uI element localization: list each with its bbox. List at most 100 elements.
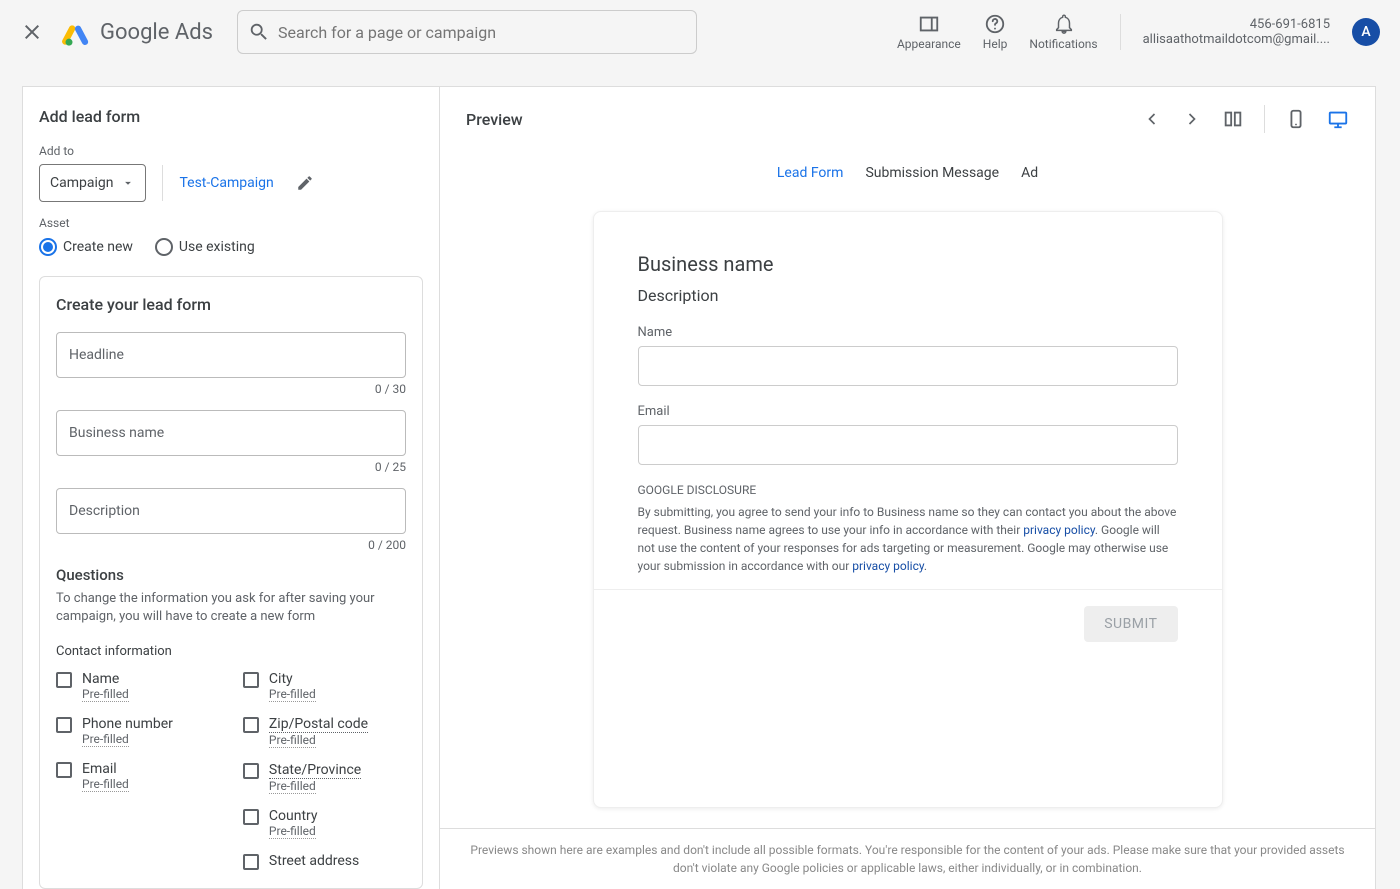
contact-info-heading: Contact information	[56, 644, 406, 659]
submit-button[interactable]: SUBMIT	[1084, 606, 1177, 642]
appearance-label: Appearance	[897, 37, 961, 51]
add-to-label: Add to	[39, 144, 423, 158]
checkbox-email[interactable]: EmailPre-filled	[56, 761, 173, 792]
checkbox-street-address[interactable]: Street address	[243, 853, 368, 870]
radio-icon	[155, 238, 173, 256]
appearance-button[interactable]: Appearance	[897, 13, 961, 51]
radio-icon	[39, 238, 57, 256]
checkbox-phone-number[interactable]: Phone numberPre-filled	[56, 716, 173, 747]
help-icon	[984, 13, 1006, 35]
questions-help: To change the information you ask for af…	[56, 590, 406, 626]
preview-business-name: Business name	[638, 252, 1178, 276]
main: Add lead form Add to Campaign Test-Campa…	[0, 64, 1400, 889]
notifications-label: Notifications	[1029, 37, 1097, 51]
dropdown-value: Campaign	[50, 175, 113, 191]
caret-down-icon	[121, 176, 135, 190]
checkbox-label: Zip/Postal code	[269, 716, 368, 733]
help-button[interactable]: Help	[983, 13, 1008, 51]
topbar: Google Ads Appearance Help Notifications…	[0, 0, 1400, 64]
logo-text: Google Ads	[100, 20, 213, 45]
add-to-dropdown[interactable]: Campaign	[39, 164, 146, 202]
questions-heading: Questions	[56, 566, 406, 584]
preview-description: Description	[638, 286, 1178, 305]
divider	[1120, 14, 1121, 50]
panel-title: Add lead form	[39, 107, 423, 126]
edit-icon[interactable]	[296, 174, 314, 192]
mobile-view-icon[interactable]	[1285, 108, 1307, 130]
campaign-link[interactable]: Test-Campaign	[179, 175, 273, 191]
contact-checkbox-columns: NamePre-filledPhone numberPre-filledEmai…	[56, 671, 406, 870]
notifications-button[interactable]: Notifications	[1029, 13, 1097, 51]
preview-top: Preview	[440, 87, 1375, 151]
checkbox-sublabel: Pre-filled	[269, 779, 316, 794]
bell-icon	[1053, 13, 1075, 35]
add-to-row: Campaign Test-Campaign	[39, 164, 423, 202]
tab-ad[interactable]: Ad	[1021, 165, 1038, 181]
checkbox-icon	[56, 717, 72, 733]
avatar[interactable]: A	[1352, 18, 1380, 46]
description-input[interactable]: Description	[56, 488, 406, 534]
checkbox-label: State/Province	[269, 762, 361, 779]
checkbox-col-left: NamePre-filledPhone numberPre-filledEmai…	[56, 671, 173, 870]
preview-name-input	[638, 346, 1178, 386]
checkbox-country[interactable]: CountryPre-filled	[243, 808, 368, 839]
disclosure-text: By submitting, you agree to send your in…	[638, 503, 1178, 575]
checkbox-icon	[56, 672, 72, 688]
google-ads-logo-icon	[62, 20, 86, 44]
checkbox-icon	[243, 717, 259, 733]
headline-input[interactable]: Headline	[56, 332, 406, 378]
preview-card: Business name Description Name Email GOO…	[593, 211, 1223, 808]
create-lead-form-card: Create your lead form Headline 0 / 30 Bu…	[39, 276, 423, 889]
preview-footer-note: Previews shown here are examples and don…	[440, 828, 1375, 889]
divider	[1264, 105, 1265, 133]
checkbox-sublabel: Pre-filled	[82, 777, 129, 792]
preview-tabs: Lead Form Submission Message Ad	[440, 151, 1375, 191]
desc-counter: 0 / 200	[56, 538, 406, 552]
privacy-policy-link-1[interactable]: privacy policy	[1023, 523, 1095, 537]
form-title: Create your lead form	[56, 295, 406, 314]
checkbox-sublabel: Pre-filled	[82, 732, 129, 747]
checkbox-label: City	[269, 671, 316, 687]
radio-label: Use existing	[179, 239, 255, 255]
account-email: allisaathotmaildotcom@gmail....	[1143, 32, 1330, 47]
topbar-right: Appearance Help Notifications 456-691-68…	[897, 13, 1380, 51]
right-panel: Preview Lead Form Submission Message Ad …	[440, 86, 1376, 889]
headline-counter: 0 / 30	[56, 382, 406, 396]
left-panel: Add lead form Add to Campaign Test-Campa…	[22, 86, 440, 889]
preview-controls	[1142, 105, 1349, 133]
asset-label: Asset	[39, 216, 423, 230]
checkbox-name[interactable]: NamePre-filled	[56, 671, 173, 702]
radio-use-existing[interactable]: Use existing	[155, 238, 255, 256]
logo: Google Ads	[62, 20, 213, 45]
checkbox-sublabel: Pre-filled	[269, 733, 316, 748]
radio-create-new[interactable]: Create new	[39, 238, 133, 256]
split-view-icon[interactable]	[1222, 108, 1244, 130]
tab-submission[interactable]: Submission Message	[865, 165, 999, 181]
account-id: 456-691-6815	[1250, 17, 1330, 32]
checkbox-icon	[243, 809, 259, 825]
checkbox-sublabel: Pre-filled	[269, 687, 316, 702]
preview-email-input	[638, 425, 1178, 465]
checkbox-city[interactable]: CityPre-filled	[243, 671, 368, 702]
divider	[594, 589, 1222, 590]
account-info[interactable]: 456-691-6815 allisaathotmaildotcom@gmail…	[1143, 17, 1330, 47]
checkbox-label: Name	[82, 671, 129, 687]
privacy-policy-link-2[interactable]: privacy policy	[852, 559, 924, 573]
radio-label: Create new	[63, 239, 133, 255]
tab-lead-form[interactable]: Lead Form	[777, 165, 844, 181]
search-input[interactable]	[270, 23, 686, 42]
checkbox-icon	[243, 763, 259, 779]
checkbox-zip-postal-code[interactable]: Zip/Postal codePre-filled	[243, 716, 368, 748]
preview-name-label: Name	[638, 325, 1178, 340]
desktop-view-icon[interactable]	[1327, 108, 1349, 130]
next-icon[interactable]	[1182, 109, 1202, 129]
preview-title: Preview	[466, 110, 523, 129]
checkbox-label: Street address	[269, 853, 359, 869]
checkbox-state-province[interactable]: State/ProvincePre-filled	[243, 762, 368, 794]
prev-icon[interactable]	[1142, 109, 1162, 129]
business-name-input[interactable]: Business name	[56, 410, 406, 456]
close-icon[interactable]	[20, 20, 44, 44]
disclosure-heading: GOOGLE DISCLOSURE	[638, 483, 1178, 497]
search-box[interactable]	[237, 10, 697, 54]
preview-email-label: Email	[638, 404, 1178, 419]
